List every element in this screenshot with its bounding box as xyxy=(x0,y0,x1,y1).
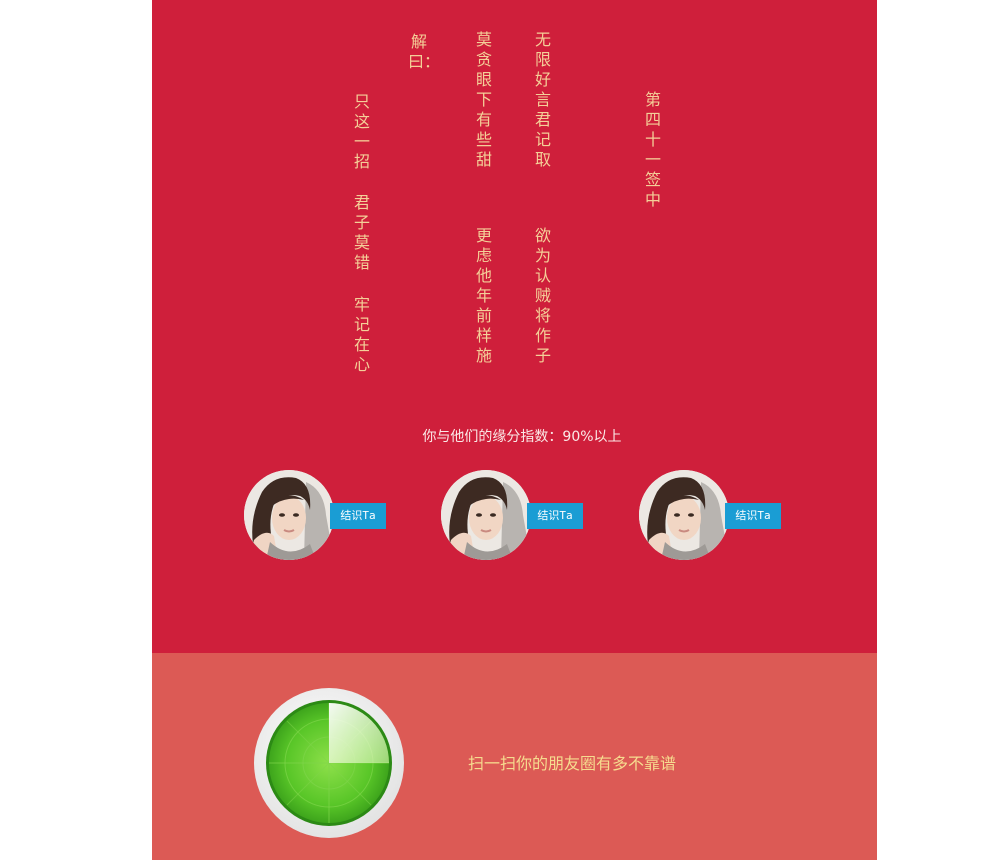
answer-part1: 只这一招 xyxy=(353,92,370,171)
poem-col2-top: 莫贪眼下有些甜 xyxy=(475,30,492,169)
poem-col1-top: 无限好言君记取 xyxy=(534,30,551,169)
fortune-title: 第四十一签 中 xyxy=(644,90,678,209)
poem-col1-bottom: 欲为认贼将作子 xyxy=(534,226,551,365)
meet-button[interactable]: 结识Ta xyxy=(527,503,583,529)
avatar-photo xyxy=(639,470,729,560)
avatar[interactable] xyxy=(639,470,729,560)
avatar[interactable] xyxy=(244,470,334,560)
fortune-panel: 第四十一签 中 无限好言君记取 欲为认贼将作子 莫贪眼下有些甜 更虑他年前样施 … xyxy=(152,0,877,653)
avatar-photo xyxy=(441,470,531,560)
friend-card: 结识Ta xyxy=(441,470,591,562)
meet-button[interactable]: 结识Ta xyxy=(330,503,386,529)
jie-label: 解曰： xyxy=(408,32,441,71)
answer-part3: 牢记在心 xyxy=(353,295,370,374)
scan-panel: 扫一扫你的朋友圈有多不靠谱 xyxy=(152,653,877,860)
friend-card: 结识Ta xyxy=(639,470,789,562)
friend-card: 结识Ta xyxy=(244,470,394,562)
fortune-card: 第四十一签 中 无限好言君记取 欲为认贼将作子 莫贪眼下有些甜 更虑他年前样施 … xyxy=(152,0,877,860)
scan-prompt-link[interactable]: 扫一扫你的朋友圈有多不靠谱 xyxy=(468,750,676,774)
meet-button[interactable]: 结识Ta xyxy=(725,503,781,529)
avatar[interactable] xyxy=(441,470,531,560)
avatar-photo xyxy=(244,470,334,560)
poem-col2-bottom: 更虑他年前样施 xyxy=(475,226,492,365)
radar-scan-icon[interactable] xyxy=(253,687,405,839)
affinity-index-text: 你与他们的缘分指数：90%以上 xyxy=(422,429,622,445)
answer-part2: 君子莫错 xyxy=(353,193,370,272)
